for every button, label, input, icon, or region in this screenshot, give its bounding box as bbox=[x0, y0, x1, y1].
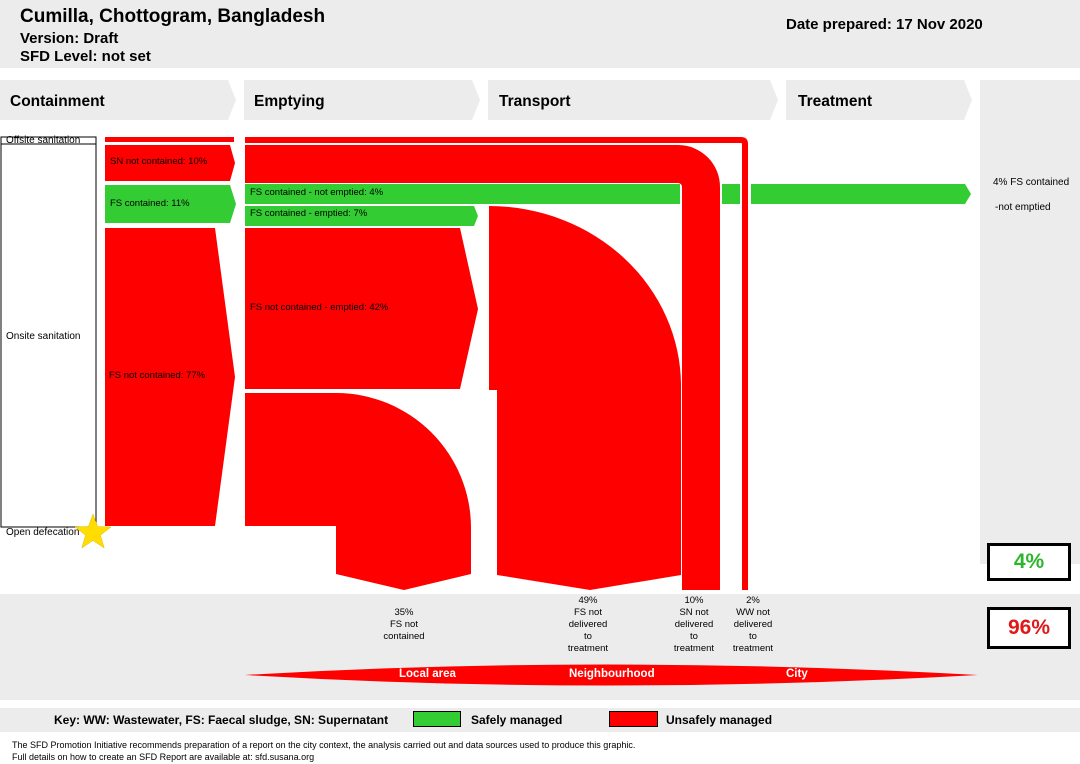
sfd-flow-diagram bbox=[0, 136, 978, 686]
transport-quarter-circle bbox=[489, 206, 681, 590]
sn-not-contained-label: SN not contained: 10% bbox=[110, 156, 208, 167]
disclaimer-line-1: The SFD Promotion Initiative recommends … bbox=[12, 740, 636, 750]
area-local-label: Local area bbox=[399, 668, 456, 680]
outcome-fs-not-delivered: 49% FS not delivered to treatment bbox=[567, 595, 609, 654]
area-neighbourhood-label: Neighbourhood bbox=[569, 668, 655, 680]
unsafe-total-box: 96% bbox=[987, 607, 1071, 649]
fs-contained-not-emptied-label: FS contained - not emptied: 4% bbox=[250, 187, 384, 198]
area-city-label: City bbox=[786, 668, 808, 680]
side-note-line-1: 4% FS contained bbox=[993, 177, 1070, 188]
key-text: Key: WW: Wastewater, FS: Faecal sludge, … bbox=[54, 713, 389, 727]
fs-not-emptied-bar-2 bbox=[722, 184, 740, 204]
fs-not-contained-label: FS not contained: 77% bbox=[109, 370, 206, 381]
key-safe-label: Safely managed bbox=[471, 713, 563, 727]
key-safe-swatch bbox=[413, 711, 461, 727]
side-note-line-2: -not emptied bbox=[995, 202, 1051, 213]
offsite-sanitation-label: Offsite sanitation bbox=[6, 135, 81, 146]
fs-not-contained-emptied-label: FS not contained - emptied: 42% bbox=[250, 302, 389, 313]
safe-total-box: 4% bbox=[987, 543, 1071, 581]
fs-contained-emptied-label: FS contained - emptied: 7% bbox=[250, 208, 368, 219]
key-unsafe-label: Unsafely managed bbox=[666, 713, 773, 727]
key-unsafe-swatch bbox=[609, 711, 658, 727]
fs-contained-label: FS contained: 11% bbox=[110, 198, 190, 209]
outcome-ww-not-delivered: 2% WW not delivered to treatment bbox=[732, 595, 774, 654]
fs-not-emptied-bar-3 bbox=[751, 184, 971, 204]
fs-local-curve bbox=[245, 393, 471, 590]
onsite-sanitation-label: Onsite sanitation bbox=[6, 331, 81, 342]
open-defecation-label: Open defecation bbox=[6, 527, 80, 538]
outcome-fs-not-contained: 35% FS not contained bbox=[383, 607, 425, 642]
unsafe-total-value: 96% bbox=[1007, 616, 1051, 639]
offsite-thin-bar bbox=[105, 137, 234, 142]
outcome-sn-not-delivered: 10% SN not delivered to treatment bbox=[673, 595, 715, 654]
disclaimer-line-2: Full details on how to create an SFD Rep… bbox=[12, 752, 315, 762]
safe-total-value: 4% bbox=[1013, 550, 1045, 573]
